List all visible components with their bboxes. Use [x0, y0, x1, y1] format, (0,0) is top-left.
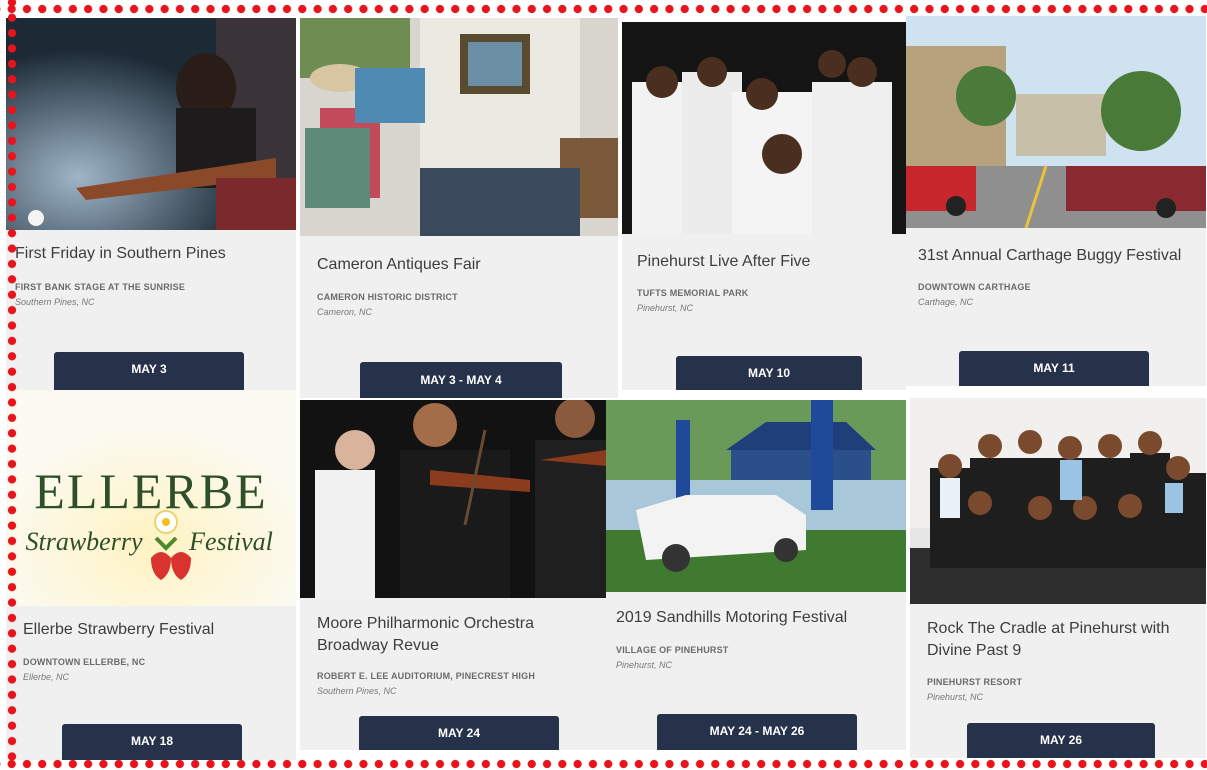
red-dotted-border-top [0, 3, 1207, 15]
event-date-button[interactable]: MAY 3 - MAY 4 [360, 362, 562, 398]
event-venue: DOWNTOWN ELLERBE, NC [23, 657, 146, 667]
red-dotted-border-left [6, 0, 18, 765]
event-photo[interactable]: ELLERBE Strawberry Festival [6, 390, 296, 606]
event-title[interactable]: Cameron Antiques Fair [317, 254, 610, 276]
event-card[interactable]: Pinehurst Live After Five TUFTS MEMORIAL… [622, 22, 906, 390]
event-title[interactable]: Ellerbe Strawberry Festival [23, 619, 288, 641]
event-venue: ROBERT E. LEE AUDITORIUM, PINECREST HIGH [317, 671, 536, 681]
event-venue: DOWNTOWN CARTHAGE [918, 282, 1031, 292]
event-photo[interactable] [910, 398, 1206, 604]
event-title[interactable]: Moore Philharmonic Orchestra Broadway Re… [317, 613, 598, 657]
event-card[interactable]: ELLERBE Strawberry Festival Ellerbe Stra… [6, 390, 296, 760]
event-city: Pinehurst, NC [927, 692, 984, 702]
svg-text:Festival: Festival [188, 527, 273, 556]
event-city: Carthage, NC [918, 297, 974, 307]
event-title[interactable]: Pinehurst Live After Five [637, 251, 898, 273]
event-card[interactable]: Moore Philharmonic Orchestra Broadway Re… [300, 400, 606, 750]
event-photo[interactable] [6, 18, 296, 230]
event-venue: VILLAGE OF PINEHURST [616, 645, 729, 655]
event-venue: CAMERON HISTORIC DISTRICT [317, 292, 458, 302]
event-date-button[interactable]: MAY 11 [959, 351, 1149, 386]
event-date-button[interactable]: MAY 26 [967, 723, 1155, 758]
event-card[interactable]: 31st Annual Carthage Buggy Festival DOWN… [906, 16, 1206, 386]
event-card[interactable]: Cameron Antiques Fair CAMERON HISTORIC D… [300, 18, 618, 398]
event-title[interactable]: 31st Annual Carthage Buggy Festival [918, 245, 1198, 267]
event-city: Ellerbe, NC [23, 672, 70, 682]
event-photo[interactable] [906, 16, 1206, 228]
event-venue: TUFTS MEMORIAL PARK [637, 288, 749, 298]
event-date-button[interactable]: MAY 18 [62, 724, 242, 760]
event-date-button[interactable]: MAY 3 [54, 352, 244, 390]
event-date-button[interactable]: MAY 24 - MAY 26 [657, 714, 857, 750]
event-card[interactable]: Rock The Cradle at Pinehurst with Divine… [910, 398, 1206, 758]
event-city: Southern Pines, NC [317, 686, 397, 696]
event-date-button[interactable]: MAY 24 [359, 716, 559, 750]
event-photo[interactable] [300, 400, 606, 598]
event-city: Southern Pines, NC [15, 297, 95, 307]
event-title[interactable]: Rock The Cradle at Pinehurst with Divine… [927, 618, 1189, 662]
ellerbe-strawberry-festival-logo: ELLERBE Strawberry Festival [6, 390, 296, 606]
event-venue: PINEHURST RESORT [927, 677, 1023, 687]
svg-text:ELLERBE: ELLERBE [34, 463, 267, 519]
event-title[interactable]: 2019 Sandhills Motoring Festival [616, 607, 898, 629]
event-date-button[interactable]: MAY 10 [676, 356, 862, 390]
event-photo[interactable] [300, 18, 618, 236]
event-photo[interactable] [606, 400, 906, 592]
event-city: Pinehurst, NC [616, 660, 673, 670]
event-card[interactable]: 2019 Sandhills Motoring Festival VILLAGE… [606, 400, 906, 750]
event-venue: FIRST BANK STAGE AT THE SUNRISE [15, 282, 186, 292]
svg-text:Strawberry: Strawberry [26, 527, 143, 556]
event-city: Cameron, NC [317, 307, 373, 317]
event-photo[interactable] [622, 22, 906, 234]
red-dotted-border-bottom [0, 758, 1207, 770]
event-card[interactable]: First Friday in Southern Pines FIRST BAN… [6, 18, 296, 390]
event-title[interactable]: First Friday in Southern Pines [15, 243, 288, 265]
event-city: Pinehurst, NC [637, 303, 694, 313]
